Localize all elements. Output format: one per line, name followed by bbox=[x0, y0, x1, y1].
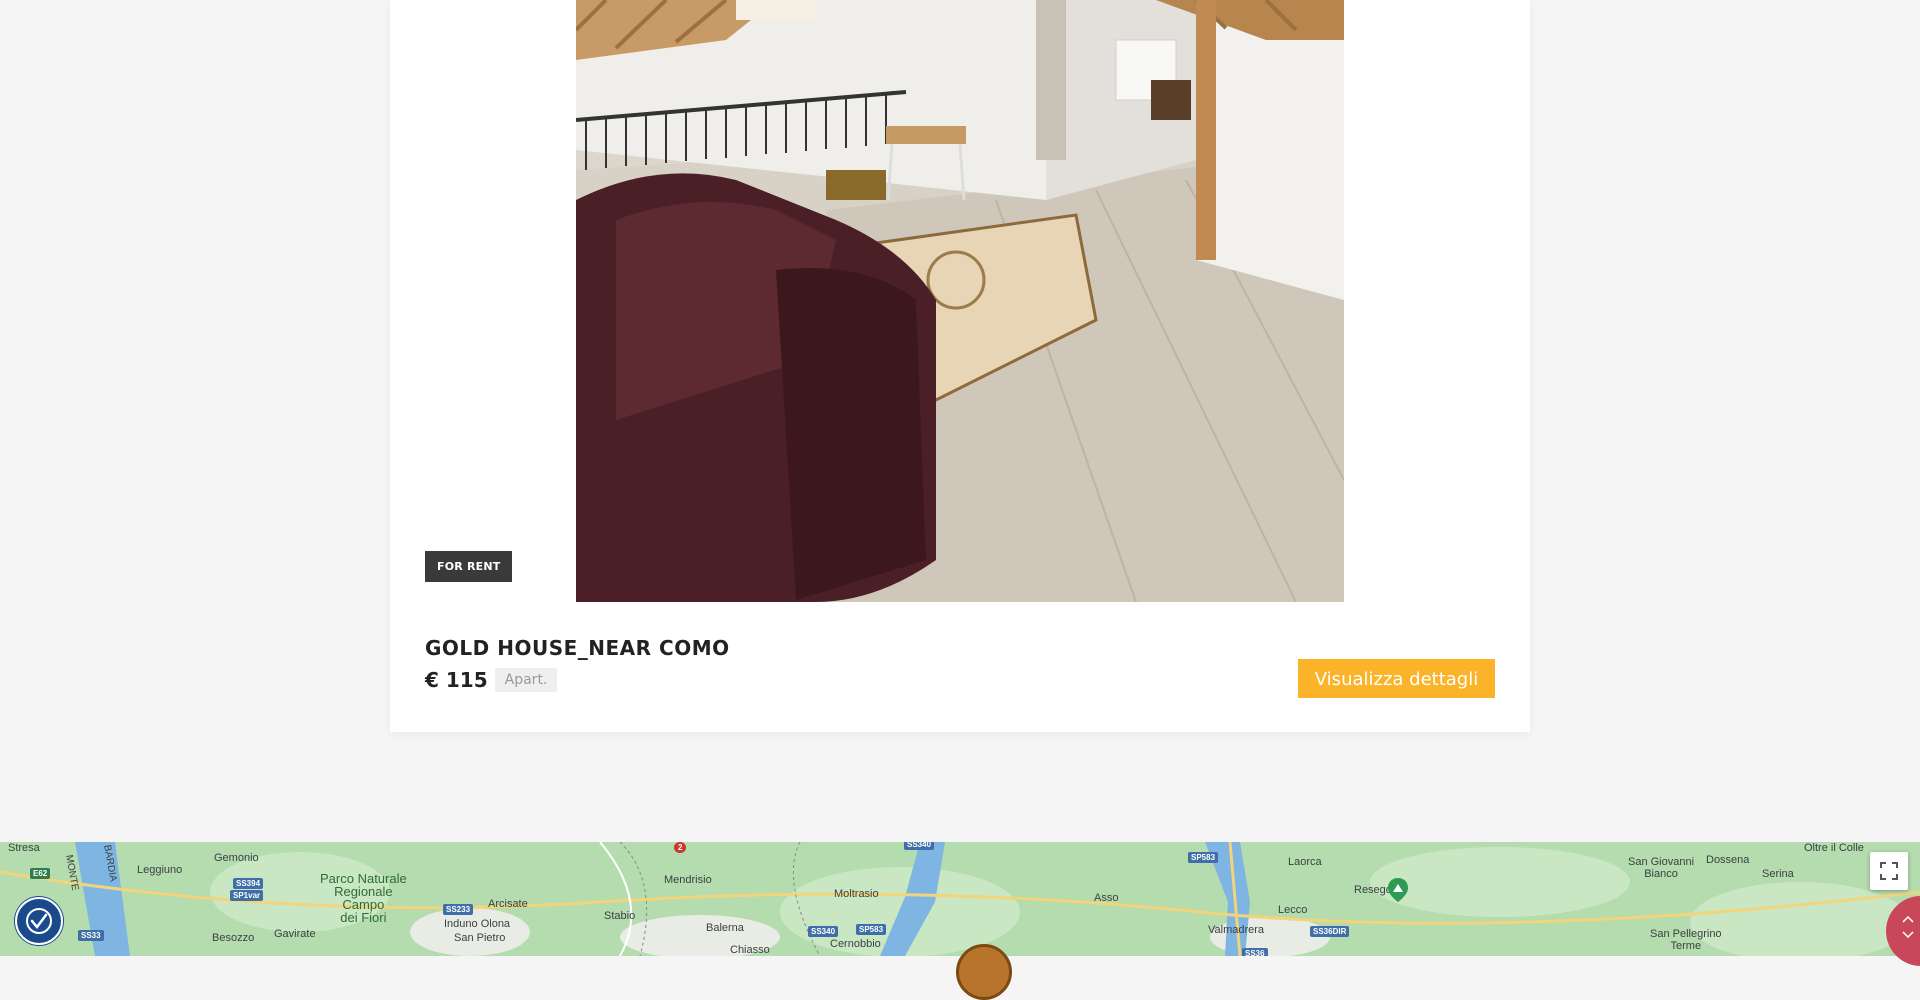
road-shield: SS36 bbox=[1242, 948, 1268, 956]
map-label-leggiuno: Leggiuno bbox=[137, 864, 183, 876]
for-rent-badge: FOR RENT bbox=[425, 551, 513, 582]
road-shield: SS340 bbox=[904, 842, 935, 850]
accessibility-button[interactable] bbox=[15, 897, 63, 945]
map-label-dossena: Dossena bbox=[1706, 854, 1750, 866]
map-label-stresa: Stresa bbox=[8, 842, 40, 854]
fullscreen-icon bbox=[1880, 862, 1898, 880]
chevron-up-down-icon bbox=[1902, 915, 1914, 939]
listing-title[interactable]: GOLD HOUSE_NEAR COMO bbox=[425, 636, 730, 660]
property-card: FOR RENT GOLD HOUSE_NEAR COMO € 115 Apar… bbox=[390, 0, 1530, 732]
map-label-lecco: Lecco bbox=[1278, 904, 1308, 916]
road-shield: SP1var bbox=[230, 890, 264, 901]
map-label-asso: Asso bbox=[1094, 892, 1119, 904]
listing-price: € 115 bbox=[425, 668, 488, 692]
map-label-san-giovanni-bianco: San Giovanni Bianco bbox=[1628, 856, 1695, 880]
map-label-laorca: Laorca bbox=[1288, 856, 1322, 868]
card-image-area: FOR RENT bbox=[390, 0, 1530, 602]
map-label-san-pietro: San Pietro bbox=[454, 932, 506, 944]
map-label-cernobbio: Cernobbio bbox=[830, 938, 881, 950]
road-shield: E62 bbox=[30, 868, 51, 879]
map-location-marker[interactable] bbox=[956, 944, 1012, 1000]
map-label-chiasso: Chiasso bbox=[730, 944, 770, 956]
map-label-induno: Induno Olona bbox=[444, 918, 511, 930]
map-label-san-pellegrino: San Pellegrino Terme bbox=[1650, 928, 1722, 952]
card-footer: GOLD HOUSE_NEAR COMO € 115 Apart. Visual… bbox=[390, 602, 1530, 732]
map-label-gemonio: Gemonio bbox=[214, 852, 259, 864]
view-details-button[interactable]: Visualizza dettagli bbox=[1298, 659, 1495, 698]
map-label-besozzo: Besozzo bbox=[212, 932, 255, 944]
road-shield: SS394 bbox=[233, 878, 264, 889]
road-shield: SS233 bbox=[443, 904, 474, 915]
accessibility-icon bbox=[26, 908, 52, 934]
map-label-mendrisio: Mendrisio bbox=[664, 874, 712, 886]
map-label-valmadrera: Valmadrera bbox=[1208, 924, 1265, 936]
road-shield: SP583 bbox=[856, 924, 887, 935]
map-label-gavirate: Gavirate bbox=[274, 928, 316, 940]
map-label-oltre-il-colle: Oltre il Colle bbox=[1804, 842, 1864, 854]
property-photo[interactable] bbox=[576, 0, 1344, 602]
map-label-moltrasio: Moltrasio bbox=[834, 888, 879, 900]
mountain-pin-icon bbox=[1388, 878, 1408, 902]
map[interactable]: Stresa Gemonio Leggiuno Parco Naturale R… bbox=[0, 842, 1920, 956]
map-label-stabio: Stabio bbox=[604, 910, 636, 922]
fullscreen-button[interactable] bbox=[1870, 852, 1908, 890]
map-label-serina: Serina bbox=[1762, 868, 1794, 880]
map-label-parco: Parco Naturale Regionale Campo dei Fiori bbox=[320, 871, 407, 925]
road-shield: SS340 bbox=[808, 926, 839, 937]
price-row: € 115 Apart. bbox=[425, 668, 558, 692]
property-photo-illustration bbox=[576, 0, 1344, 602]
map-label-balerna: Balerna bbox=[706, 922, 744, 934]
property-type-tag: Apart. bbox=[494, 668, 558, 692]
map-label-arcisate: Arcisate bbox=[488, 898, 528, 910]
road-shield: SP583 bbox=[1188, 852, 1219, 863]
road-shield: SS36DIR bbox=[1310, 926, 1350, 937]
road-shield: SS33 bbox=[78, 930, 104, 941]
